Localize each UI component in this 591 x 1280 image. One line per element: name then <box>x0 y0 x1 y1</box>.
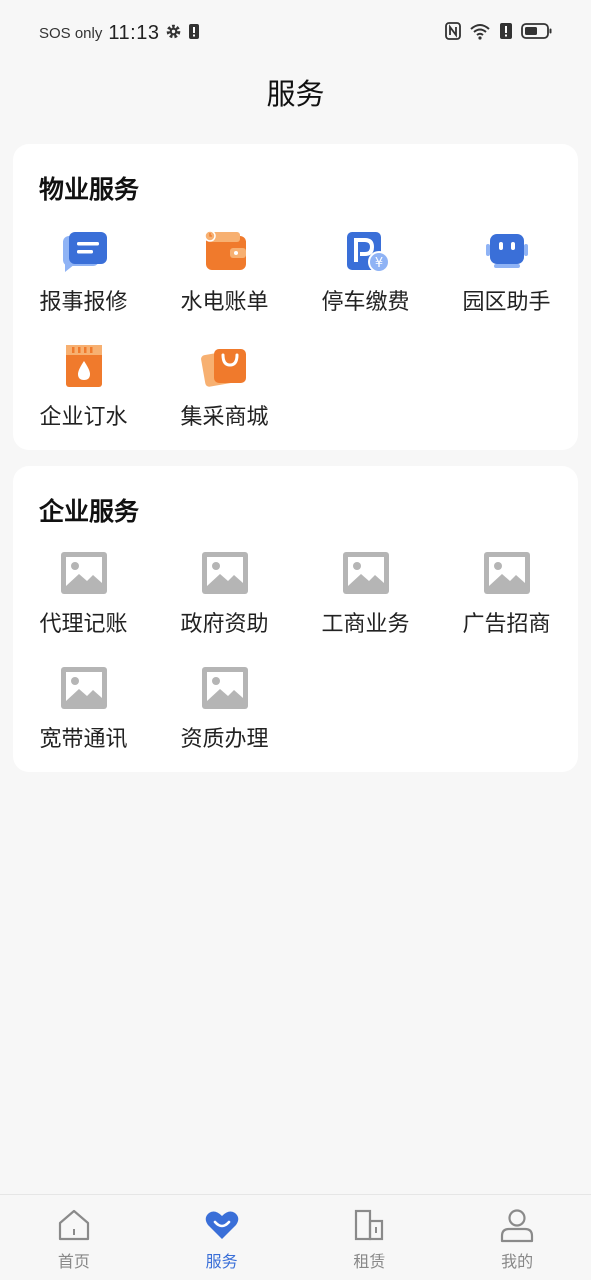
enterprise-services-title: 企业服务 <box>39 497 140 526</box>
service-item-label: 广告招商 <box>462 612 551 637</box>
enterprise-services-card: 企业服务 代理记账 政府资助 工商业务 广告招商 宽带通讯 资质办理 <box>13 466 578 772</box>
heart-service-icon <box>204 1207 240 1243</box>
svg-text:¥: ¥ <box>374 256 382 271</box>
tab-services-label: 服务 <box>205 1252 238 1271</box>
service-item-park-assistant[interactable]: 园区助手 <box>436 228 577 328</box>
image-placeholder-icon <box>482 550 532 598</box>
status-right <box>445 22 553 44</box>
tab-mine-label: 我的 <box>501 1252 534 1271</box>
tab-services[interactable]: 服务 <box>148 1195 296 1280</box>
tab-rental[interactable]: 租赁 <box>296 1195 444 1280</box>
service-item-advertising[interactable]: 广告招商 <box>436 550 577 650</box>
status-left: SOS only 11:13 <box>39 20 200 46</box>
status-bar: SOS only 11:13 <box>0 0 591 64</box>
service-item-procurement-mall[interactable]: 集采商城 <box>154 343 295 443</box>
service-item-qualification[interactable]: 资质办理 <box>154 665 295 765</box>
service-item-label: 资质办理 <box>180 727 269 752</box>
image-placeholder-icon <box>59 550 109 598</box>
sim-alert-icon <box>188 22 200 44</box>
settings-gear-icon <box>165 23 182 44</box>
chat-message-icon <box>59 228 109 276</box>
service-item-label: 工商业务 <box>321 612 410 637</box>
tab-home-label: 首页 <box>57 1252 90 1271</box>
service-item-label: 企业订水 <box>39 405 128 430</box>
service-item-business-registration[interactable]: 工商业务 <box>295 550 436 650</box>
image-placeholder-icon <box>59 665 109 713</box>
service-item-parking-payment[interactable]: ¥ 停车缴费 <box>295 228 436 328</box>
tab-home[interactable]: 首页 <box>0 1195 148 1280</box>
service-item-label: 代理记账 <box>39 612 128 637</box>
bottom-tab-bar: 首页 服务 租赁 我的 <box>0 1194 591 1280</box>
shopping-bag-icon <box>200 343 250 391</box>
service-item-label: 集采商城 <box>180 405 269 430</box>
service-item-label: 园区助手 <box>462 290 551 315</box>
clock: 11:13 <box>108 21 160 44</box>
service-item-broadband[interactable]: 宽带通讯 <box>13 665 154 765</box>
service-item-report-repair[interactable]: 报事报修 <box>13 228 154 328</box>
service-item-label: 政府资助 <box>180 612 269 637</box>
service-item-label: 宽带通讯 <box>39 727 128 752</box>
battery-icon <box>521 22 553 44</box>
property-services-title: 物业服务 <box>39 175 140 204</box>
service-item-label: 水电账单 <box>180 290 269 315</box>
robot-assistant-icon <box>482 228 532 276</box>
image-placeholder-icon <box>200 665 250 713</box>
image-placeholder-icon <box>341 550 391 598</box>
service-item-label: 报事报修 <box>39 290 128 315</box>
user-icon <box>499 1207 535 1243</box>
parking-payment-icon: ¥ <box>341 228 391 276</box>
sim-alert-icon-2 <box>499 22 513 44</box>
tab-rental-label: 租赁 <box>353 1252 386 1271</box>
wallet-icon <box>200 228 250 276</box>
service-item-label: 停车缴费 <box>321 290 410 315</box>
home-icon <box>56 1207 92 1243</box>
page-header: 服务 <box>0 64 591 128</box>
service-item-bookkeeping[interactable]: 代理记账 <box>13 550 154 650</box>
carrier-text: SOS only <box>39 24 103 42</box>
water-drop-icon <box>59 343 109 391</box>
tab-mine[interactable]: 我的 <box>443 1195 591 1280</box>
service-item-government-subsidy[interactable]: 政府资助 <box>154 550 295 650</box>
image-placeholder-icon <box>200 550 250 598</box>
nfc-icon <box>445 22 461 44</box>
service-item-utility-bill[interactable]: 水电账单 <box>154 228 295 328</box>
building-icon <box>351 1207 387 1243</box>
page-title: 服务 <box>266 77 325 111</box>
property-services-card: 物业服务 报事报修 水电账单 ¥ 停车缴费 园区助手 企业订水 集采商城 <box>13 144 578 450</box>
service-item-water-order[interactable]: 企业订水 <box>13 343 154 443</box>
wifi-icon <box>469 22 491 44</box>
